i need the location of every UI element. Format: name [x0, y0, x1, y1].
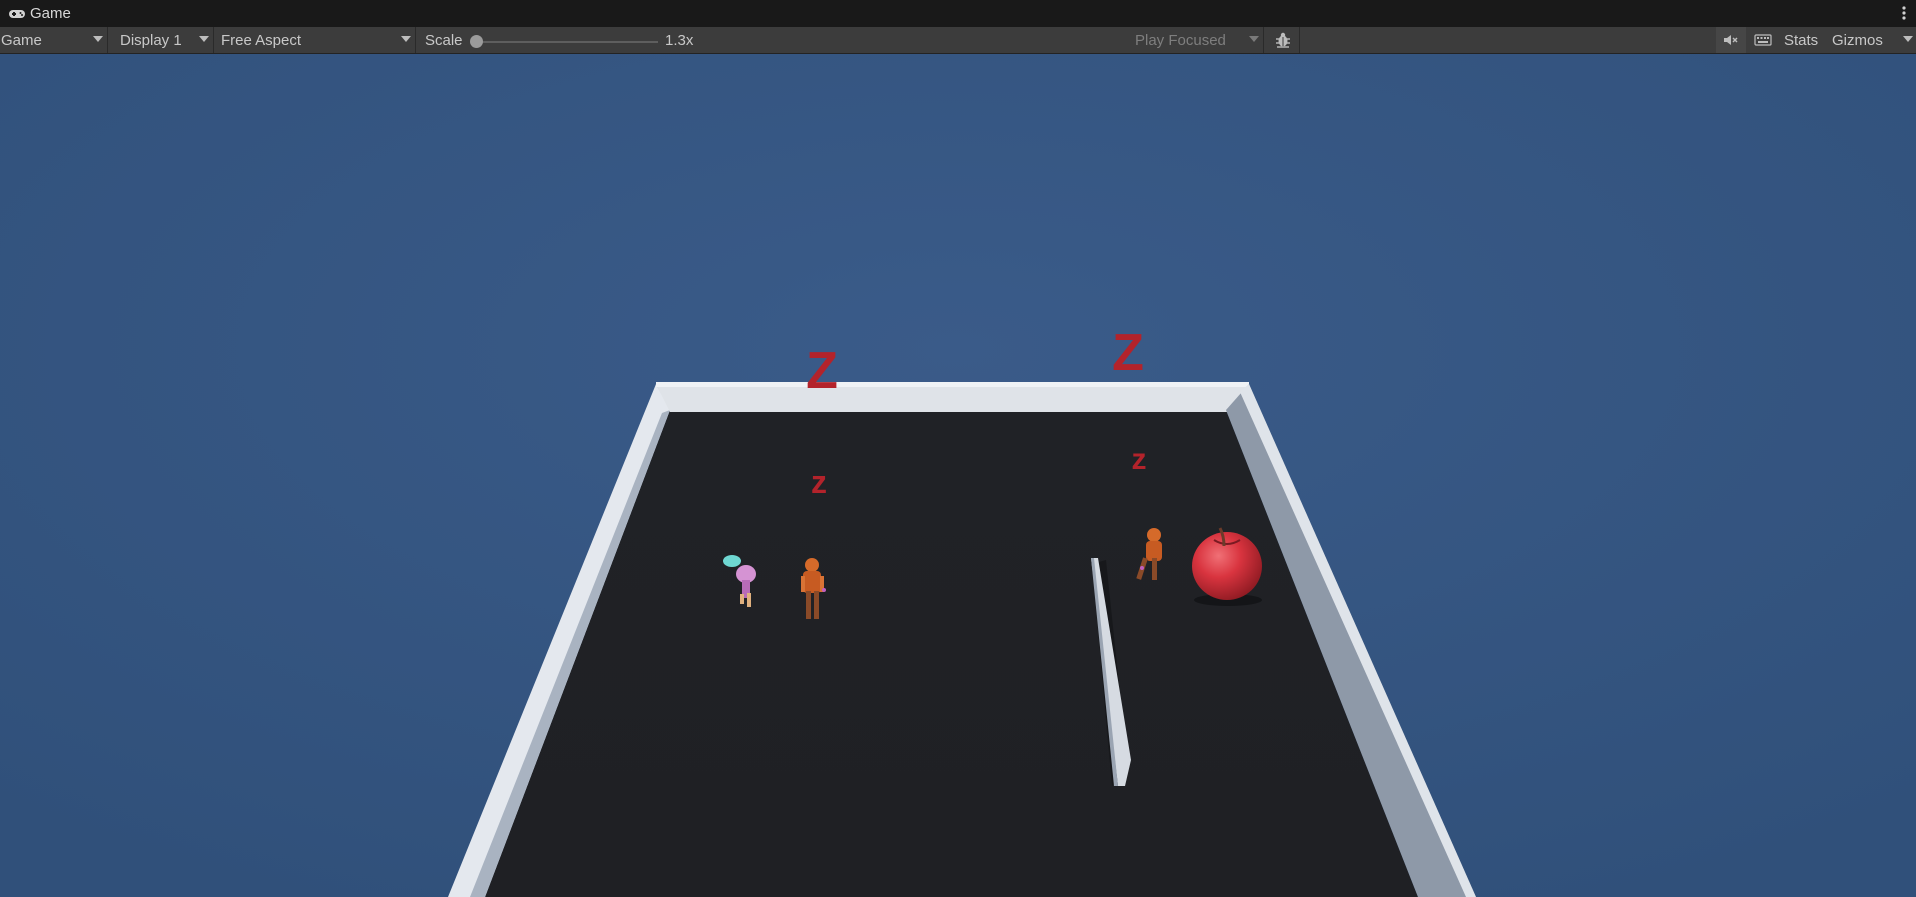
sleep-marker-large-left: Z	[806, 342, 838, 400]
gamepad-icon	[9, 9, 25, 18]
gizmos-label: Gizmos	[1832, 31, 1883, 49]
window-tab-bar: Game	[0, 0, 1916, 27]
sleep-marker-large-right: Z	[1112, 324, 1144, 382]
sleep-marker-small-right: z	[1132, 443, 1147, 476]
scale-value: 1.3x	[665, 31, 694, 49]
mute-audio-toggle[interactable]	[1716, 27, 1746, 53]
chevron-down-icon	[93, 36, 103, 42]
shortcuts-toggle[interactable]	[1748, 27, 1778, 53]
game-view-toolbar: Game Display 1 Free Aspect Scale 1.3x Pl…	[0, 27, 1916, 54]
view-mode-dropdown[interactable]: Game	[0, 27, 108, 53]
more-options-icon[interactable]	[1898, 3, 1910, 23]
sleep-marker-small-left: z	[811, 464, 827, 500]
game-scene: Z z Z z	[0, 54, 1916, 897]
game-tab[interactable]: Game	[0, 0, 71, 27]
back-wall-top	[656, 382, 1249, 387]
chevron-down-icon	[1249, 36, 1259, 42]
play-mode-dropdown[interactable]: Play Focused	[1128, 27, 1264, 53]
stats-button[interactable]: Stats	[1784, 27, 1824, 53]
view-mode-value: Game	[1, 31, 42, 49]
debug-toggle[interactable]	[1266, 27, 1300, 53]
display-value: Display 1	[120, 31, 182, 49]
aspect-dropdown[interactable]: Free Aspect	[214, 27, 416, 53]
keyboard-icon	[1754, 34, 1772, 46]
bug-icon	[1275, 32, 1290, 48]
tab-title: Game	[30, 5, 71, 22]
scale-slider-thumb[interactable]	[470, 35, 483, 48]
chevron-down-icon	[1903, 36, 1913, 42]
speaker-muted-icon	[1724, 35, 1738, 45]
chevron-down-icon	[199, 36, 209, 42]
back-wall	[656, 384, 1249, 412]
scale-label: Scale	[425, 31, 463, 49]
aspect-value: Free Aspect	[221, 31, 302, 49]
game-viewport[interactable]: Z z Z z	[0, 54, 1916, 897]
chevron-down-icon	[401, 36, 411, 42]
play-mode-value: Play Focused	[1135, 31, 1226, 49]
scale-slider-track[interactable]	[476, 41, 658, 43]
display-dropdown[interactable]: Display 1	[114, 27, 214, 53]
gizmos-dropdown[interactable]: Gizmos	[1832, 27, 1916, 53]
